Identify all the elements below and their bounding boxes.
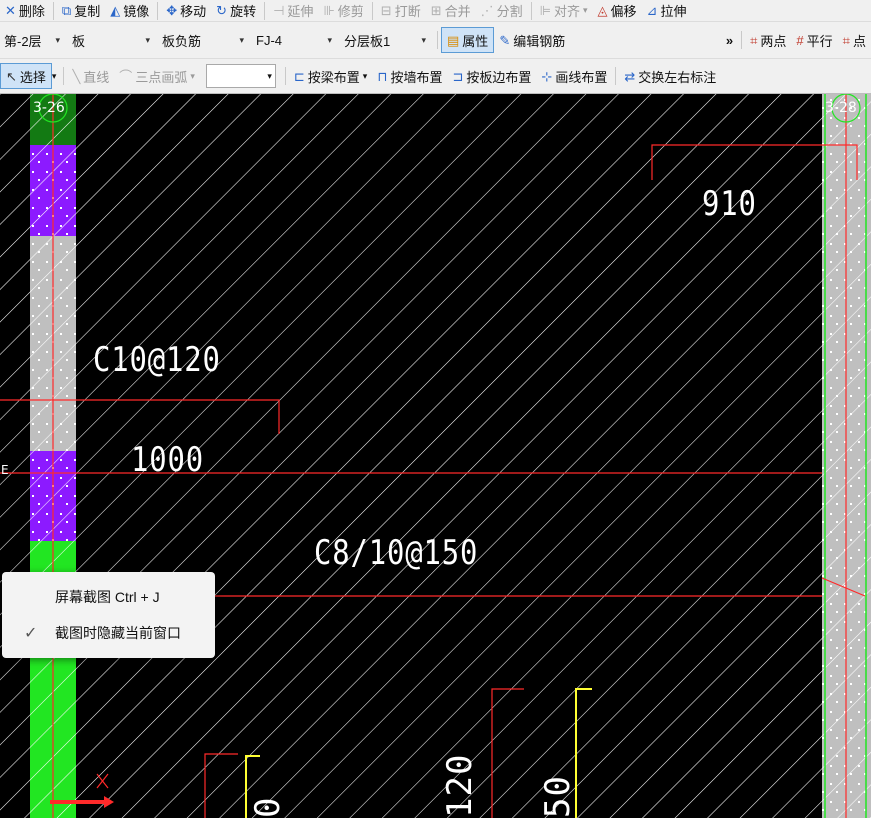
offset-button[interactable]: ◬ 偏移	[593, 0, 642, 21]
by-wall-icon: ⊓	[377, 68, 388, 84]
by-slab-edge-icon: ⊐	[452, 68, 464, 84]
separator	[615, 67, 617, 85]
separator	[530, 1, 532, 20]
separator	[371, 1, 373, 20]
chevron-down-icon: ▾	[327, 34, 332, 45]
by-line-icon: ⊹	[541, 68, 553, 84]
align-icon: ⊫	[539, 3, 551, 18]
break-button[interactable]: ⊟ 打断	[376, 0, 426, 21]
three-point-arc-button[interactable]: ⌒ 三点画弧 ▾	[114, 59, 200, 93]
mirror-icon: ◭	[110, 3, 121, 18]
extend-icon: ⊣	[273, 3, 285, 18]
properties-button[interactable]: ▤ 属性	[441, 27, 495, 53]
copy-icon: ⧉	[61, 3, 72, 18]
checkmark-icon: ✓	[24, 625, 38, 642]
parallel-button[interactable]: # 平行	[791, 22, 837, 58]
draw-toolbar: ↖ 选择 ▾ ╲ 直线 ⌒ 三点画弧 ▾ ▾ ⊏ 按梁布置 ▾ ⊓ 按墙布置 ⊐ 按板边布置 ⊹…	[0, 59, 871, 94]
left-wall[interactable]	[30, 94, 76, 818]
rotate-icon: ↻	[216, 3, 228, 18]
swap-icon: ⇄	[624, 68, 636, 84]
split-button[interactable]: ⋰ 分割	[476, 0, 528, 21]
line-button[interactable]: ╲ 直线	[67, 59, 114, 93]
vertical-dimension-label[interactable]: 120	[440, 754, 480, 818]
sub-type-select[interactable]: 板负筋 ▾	[158, 28, 248, 52]
edit-rebar-icon: ✎	[499, 32, 511, 48]
chevron-down-icon: ▾	[55, 34, 60, 45]
separator	[284, 67, 286, 85]
align-button[interactable]: ⊫ 对齐 ▾	[535, 0, 593, 21]
component-toolbar: 第-2层 ▾ 板 ▾ 板负筋 ▾ FJ-4 ▾ 分层板1 ▾ ▤ 属性 ✎ 编辑钢筋 » ⌗ 两…	[0, 22, 871, 59]
select-button[interactable]: ↖ 选择	[0, 63, 52, 89]
offset-icon: ◬	[597, 3, 608, 18]
delete-icon: ✕	[5, 3, 16, 18]
axis-label-right: 3-28	[825, 100, 857, 116]
chevron-down-icon[interactable]: ▾	[52, 71, 57, 82]
break-icon: ⊟	[380, 3, 392, 18]
edit-toolbar: ✕ 删除 ⧉ 复制 ◭ 镜像 ✥ 移动 ↻ 旋转 ⊣ 延伸 ⊪ 修剪 ⊟ 打断 ⊞ 合并 ⋰ 分割 …	[0, 0, 871, 22]
arc-icon: ⌒	[119, 68, 133, 84]
by-wall-button[interactable]: ⊓ 按墙布置	[372, 59, 447, 93]
properties-icon: ▤	[447, 32, 460, 48]
axis-marker: E	[1, 463, 9, 477]
separator	[157, 1, 159, 20]
component-name-select[interactable]: FJ-4 ▾	[252, 28, 336, 52]
stretch-icon: ⊿	[646, 3, 658, 18]
drawing-canvas[interactable]: 3-26 3-28 E 910 C10@120 1000 C8/10@150 1…	[0, 94, 871, 818]
by-slab-edge-button[interactable]: ⊐ 按板边布置	[447, 59, 536, 93]
cursor-icon: ↖	[6, 68, 17, 84]
edit-rebar-button[interactable]: ✎ 编辑钢筋	[494, 22, 570, 58]
separator	[741, 31, 743, 49]
by-beam-button[interactable]: ⊏ 按梁布置 ▾	[289, 59, 372, 93]
line-icon: ╲	[72, 68, 81, 84]
parallel-icon: #	[796, 32, 804, 48]
separator	[63, 67, 65, 85]
two-point-icon: ⌗	[750, 32, 758, 48]
rotate-button[interactable]: ↻ 旋转	[211, 0, 261, 21]
move-icon: ✥	[166, 3, 178, 18]
separator	[52, 1, 54, 20]
rebar-spec-label[interactable]: C10@120	[93, 340, 221, 380]
chevron-down-icon: ▾	[145, 34, 150, 45]
chevron-down-icon: ▾	[239, 34, 244, 45]
component-type-select[interactable]: 板 ▾	[68, 28, 154, 52]
by-beam-icon: ⊏	[293, 68, 305, 84]
right-wall[interactable]	[822, 94, 871, 818]
floor-select[interactable]: 第-2层 ▾	[0, 28, 64, 52]
dimension-label[interactable]: 910	[702, 184, 757, 224]
slab-layer-select[interactable]: 分层板1 ▾	[340, 28, 430, 52]
vertical-dimension-label[interactable]: 50	[538, 775, 578, 818]
merge-icon: ⊞	[430, 3, 442, 18]
separator	[264, 1, 266, 20]
two-point-button[interactable]: ⌗ 两点	[745, 22, 791, 58]
screenshot-context-menu: 屏幕截图 Ctrl + J ✓ 截图时隐藏当前窗口	[2, 572, 215, 658]
dimension-label[interactable]: 1000	[131, 440, 204, 480]
copy-button[interactable]: ⧉ 复制	[57, 0, 105, 21]
swap-marks-button[interactable]: ⇄ 交换左右标注	[619, 59, 721, 93]
by-line-button[interactable]: ⊹ 画线布置	[536, 59, 612, 93]
draw-mode-select[interactable]: ▾	[205, 64, 276, 88]
trim-icon: ⊪	[323, 3, 335, 18]
chevron-down-icon: ▾	[267, 70, 272, 81]
menu-item-hide-window[interactable]: ✓ 截图时隐藏当前窗口	[2, 616, 215, 650]
trim-button[interactable]: ⊪ 修剪	[318, 0, 368, 21]
stretch-button[interactable]: ⊿ 拉伸	[642, 0, 692, 21]
chevron-down-icon: ▾	[421, 34, 426, 45]
point-icon: ⌗	[842, 32, 850, 48]
more-button[interactable]: »	[721, 22, 738, 58]
move-button[interactable]: ✥ 移动	[161, 0, 211, 21]
separator	[437, 31, 438, 49]
merge-button[interactable]: ⊞ 合并	[426, 0, 476, 21]
mirror-button[interactable]: ◭ 镜像	[105, 0, 154, 21]
menu-item-screenshot[interactable]: 屏幕截图 Ctrl + J	[2, 580, 215, 614]
delete-button[interactable]: ✕ 删除	[0, 0, 50, 21]
vertical-dimension-label[interactable]: 0	[248, 797, 288, 818]
point-button[interactable]: ⌗ 点	[838, 22, 871, 58]
axis-label-left: 3-26	[33, 100, 65, 116]
rebar-spec-label[interactable]: C8/10@150	[314, 533, 478, 573]
extend-button[interactable]: ⊣ 延伸	[268, 0, 318, 21]
split-icon: ⋰	[480, 3, 494, 18]
